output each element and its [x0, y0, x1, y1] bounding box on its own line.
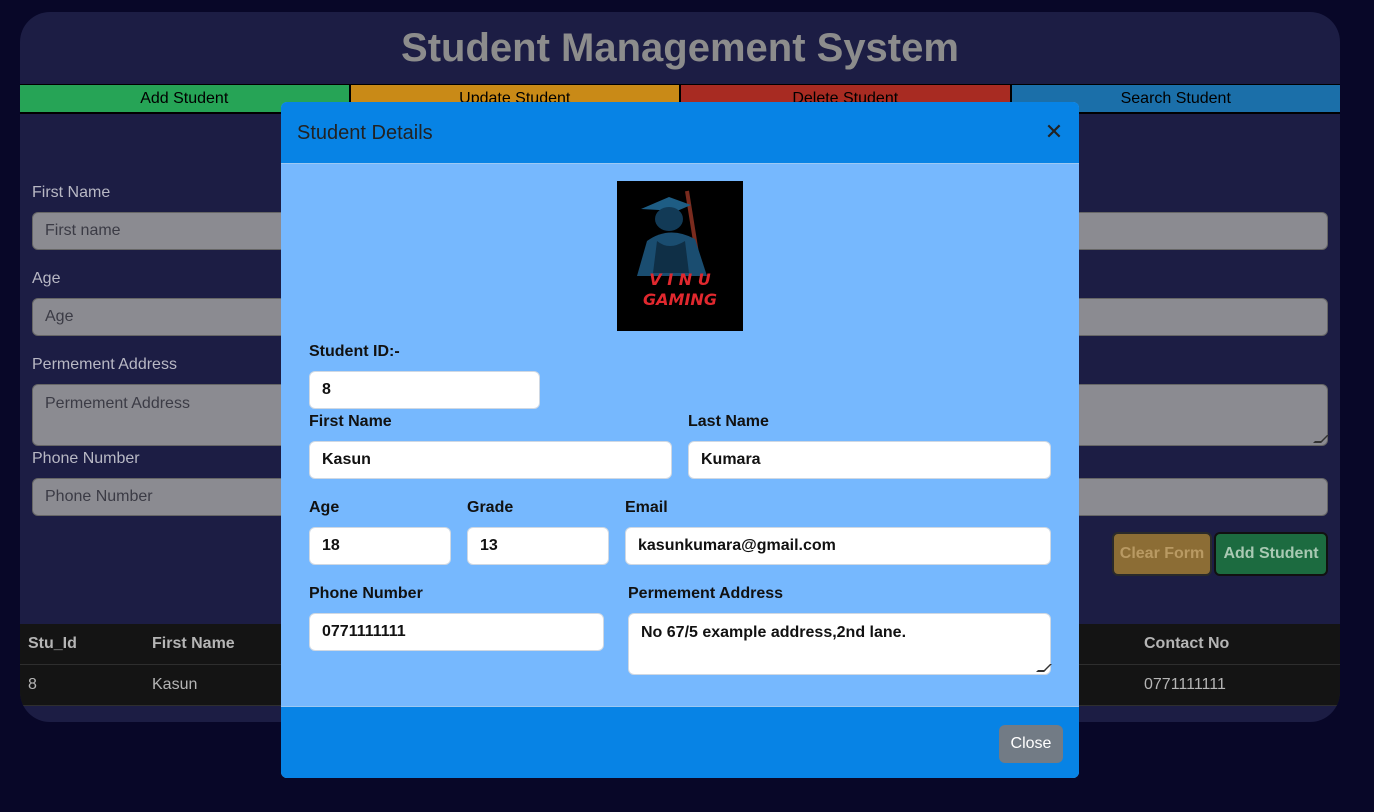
- modal-age-label: Age: [309, 499, 340, 516]
- modal-phone-field[interactable]: 0771111111: [309, 613, 604, 651]
- student-id-label: Student ID:-: [309, 343, 400, 360]
- modal-address-label: Permement Address: [628, 585, 784, 602]
- logo-line-1: V I N U: [649, 270, 710, 289]
- student-id-field[interactable]: 8: [309, 371, 540, 409]
- modal-grade-label: Grade: [467, 499, 514, 516]
- cell-stu-id: 8: [28, 676, 37, 693]
- modal-phone-label: Phone Number: [309, 585, 423, 602]
- phone-placeholder: Phone Number: [45, 488, 153, 505]
- close-icon[interactable]: ✕: [1043, 121, 1065, 143]
- student-id-value: 8: [322, 381, 331, 398]
- ninja-logo-icon: V I N U GAMING: [617, 181, 743, 331]
- modal-email-label: Email: [625, 499, 668, 516]
- close-button[interactable]: Close: [999, 725, 1063, 763]
- modal-last-name-value: Kumara: [701, 451, 761, 468]
- modal-resize-grip-icon[interactable]: [1036, 664, 1052, 672]
- age-placeholder: Age: [45, 308, 74, 325]
- col-contact-no: Contact No: [1144, 635, 1230, 652]
- first-name-label: First Name: [32, 184, 111, 201]
- modal-footer: Close: [281, 706, 1079, 778]
- page-title: Student Management System: [401, 26, 959, 70]
- modal-address-value: No 67/5 example address,2nd lane.: [641, 624, 907, 641]
- modal-first-name-value: Kasun: [322, 451, 371, 468]
- modal-first-name-label: First Name: [309, 413, 392, 430]
- modal-email-value: kasunkumara@gmail.com: [638, 537, 836, 554]
- modal-phone-value: 0771111111: [322, 623, 406, 640]
- student-details-modal: Student Details ✕ V I N U GAMING Student…: [281, 102, 1079, 778]
- add-student-button[interactable]: Add Student: [1214, 532, 1328, 576]
- address-placeholder: Permement Address: [45, 395, 190, 412]
- modal-first-name-field[interactable]: Kasun: [309, 441, 672, 479]
- modal-title: Student Details: [297, 122, 433, 144]
- phone-label: Phone Number: [32, 450, 140, 467]
- modal-last-name-field[interactable]: Kumara: [688, 441, 1051, 479]
- modal-age-field[interactable]: 18: [309, 527, 451, 565]
- clear-form-button[interactable]: Clear Form: [1112, 532, 1212, 576]
- modal-email-field[interactable]: kasunkumara@gmail.com: [625, 527, 1051, 565]
- modal-grade-field[interactable]: 13: [467, 527, 609, 565]
- modal-last-name-label: Last Name: [688, 413, 769, 430]
- col-first-name: First Name: [152, 635, 235, 652]
- address-label: Permement Address: [32, 356, 177, 373]
- modal-age-value: 18: [322, 537, 340, 554]
- cell-first-name: Kasun: [152, 676, 198, 693]
- age-label: Age: [32, 270, 61, 287]
- resize-grip-icon[interactable]: [1313, 435, 1329, 443]
- logo-line-2: GAMING: [643, 290, 717, 309]
- student-avatar: V I N U GAMING: [617, 181, 743, 331]
- col-stu-id: Stu_Id: [28, 635, 77, 652]
- first-name-placeholder: First name: [45, 222, 121, 239]
- modal-address-textarea[interactable]: No 67/5 example address,2nd lane.: [628, 613, 1052, 675]
- modal-grade-value: 13: [480, 537, 498, 554]
- cell-contact-no: 0771111111: [1144, 676, 1226, 693]
- modal-header: Student Details ✕: [281, 102, 1079, 164]
